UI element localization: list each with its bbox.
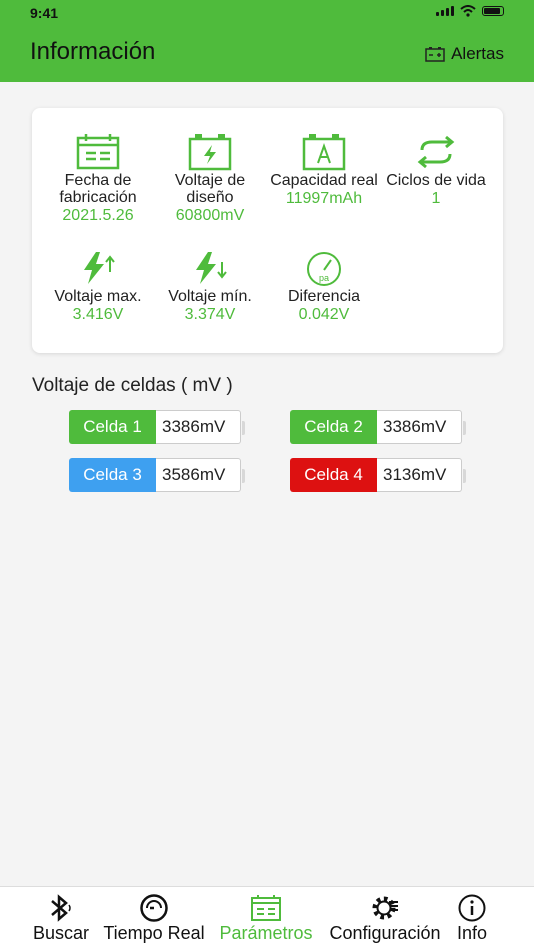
info-label: Capacidad real [270,172,378,189]
alerts-label: Alertas [451,44,504,63]
cell-1: Celda 1 3386mV [69,410,245,444]
status-time: 9:41 [30,5,59,21]
info-value: 0.042V [298,306,350,323]
calendar-icon [76,134,120,170]
info-life-cycles: Ciclos de vida 1 [380,132,492,208]
tab-parametros[interactable]: Parámetros [216,893,316,944]
tab-label: Info [456,923,488,943]
cell-label: Celda 2 [290,410,377,444]
tab-label: Parámetros [219,923,313,943]
cells-section-title: Voltaje de celdas ( mV ) [32,375,233,396]
tab-buscar[interactable]: Buscar [30,893,92,944]
speedometer-icon [140,894,168,922]
bottom-tab-bar: Buscar Tiempo Real Parámetros Configurac… [0,886,534,950]
cell-3: Celda 3 3586mV [69,458,245,492]
battery-alert-icon [425,47,445,62]
cell-label: Celda 4 [290,458,377,492]
bolt-up-icon [84,252,115,284]
info-icon [458,894,486,922]
info-difference: pa Diferencia 0.042V [268,248,380,324]
app-header: 9:41 Información Alertas [0,0,534,82]
tab-configuracion[interactable]: Configuración [326,893,444,944]
battery-bolt-icon [188,134,232,171]
parameters-icon [251,895,281,921]
cell-voltage: 3386mV [156,410,245,444]
settings-gear-icon [372,896,398,920]
cell-label: Celda 3 [69,458,156,492]
svg-text:pa: pa [319,273,329,283]
cell-4: Celda 4 3136mV [290,458,466,492]
info-label: Fecha de fabricación [59,172,137,206]
info-value: 11997mAh [285,190,363,207]
tab-label: Buscar [32,923,90,943]
cell-voltage: 3386mV [377,410,466,444]
cell-2: Celda 2 3386mV [290,410,466,444]
wifi-icon [460,5,476,17]
info-min-voltage: Voltaje mín. 3.374V [154,248,266,324]
page-title: Información [30,38,156,65]
info-label: Diferencia [287,288,361,305]
info-value: 60800mV [175,207,245,224]
alerts-button[interactable]: Alertas [425,44,504,64]
info-design-voltage: Voltaje de diseño 60800mV [154,132,266,225]
cell-voltage: 3586mV [156,458,245,492]
gauge-icon: pa [307,252,341,286]
signal-icon [436,6,454,16]
battery-info-card: Fecha de fabricación 2021.5.26 Voltaje d… [32,108,503,353]
tab-label: Configuración [329,923,441,943]
info-max-voltage: Voltaje max. 3.416V [42,248,154,324]
info-manufacture-date: Fecha de fabricación 2021.5.26 [42,132,154,225]
status-battery-icon [482,6,504,16]
cell-label: Celda 1 [69,410,156,444]
bolt-down-icon [196,252,227,284]
cycle-icon [417,135,455,169]
info-value: 1 [431,190,441,207]
info-value: 2021.5.26 [62,207,134,224]
info-label: Ciclos de vida [386,172,486,189]
bluetooth-icon [51,894,71,922]
cell-voltage: 3136mV [377,458,466,492]
status-icons [436,5,504,17]
tab-info[interactable]: Info [452,893,492,944]
battery-a-icon [302,134,346,171]
tab-label: Tiempo Real [103,923,205,943]
tab-tiempo-real[interactable]: Tiempo Real [102,893,206,944]
info-label: Voltaje max. [54,288,142,305]
info-real-capacity: Capacidad real 11997mAh [268,132,380,208]
info-label: Voltaje de diseño [174,172,246,206]
info-value: 3.416V [72,306,124,323]
info-label: Voltaje mín. [168,288,252,305]
info-value: 3.374V [184,306,236,323]
